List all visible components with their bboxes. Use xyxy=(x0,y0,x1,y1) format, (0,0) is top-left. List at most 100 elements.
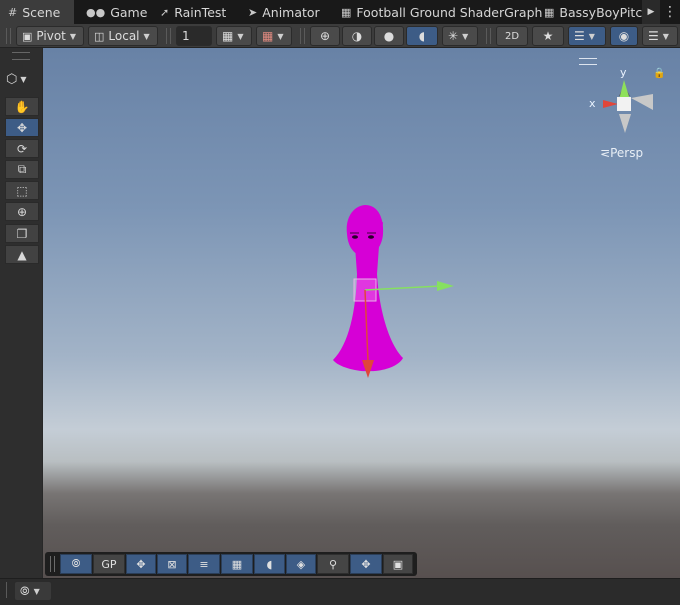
space-dropdown[interactable]: ◫ Local ▼ xyxy=(88,26,158,46)
lock-icon[interactable]: 🔒 xyxy=(653,68,665,79)
toolbar-grip-handle[interactable] xyxy=(486,28,491,44)
compass-icon: ⦾ xyxy=(71,557,81,570)
toolbar-grip-handle[interactable] xyxy=(6,28,11,44)
toolbar-grip-handle[interactable] xyxy=(300,28,305,44)
tab-football-ground-shadergraph[interactable]: ▦ Football Ground ShaderGraph xyxy=(333,0,542,24)
axis-y-label: y xyxy=(620,66,627,79)
move-arrows-icon: ✥ xyxy=(136,557,146,571)
magnifier-icon: ⚲ xyxy=(328,557,338,571)
tab-raintest[interactable]: ➚ RainTest xyxy=(152,0,232,24)
panel-grip-handle[interactable] xyxy=(12,52,30,60)
move-tool-button[interactable]: ✥ xyxy=(5,118,39,137)
brush-icon: ➚ xyxy=(160,5,170,19)
projection-toggle[interactable]: ⋜Persp xyxy=(600,146,643,160)
terrain-tool-button[interactable]: ▲ xyxy=(5,245,39,264)
rect-tool-button[interactable]: ⬚ xyxy=(5,181,39,200)
2d-mode-icon: 2D xyxy=(504,30,520,42)
lighting-toggle-button[interactable]: ★ xyxy=(532,26,564,46)
neg-z-axis-cone[interactable] xyxy=(619,114,631,133)
wireframe-draw-mode-button[interactable]: ⊕ xyxy=(310,26,340,46)
orientation-center-cube[interactable] xyxy=(617,97,631,111)
camera-icon: ▣ xyxy=(392,557,404,571)
overlay-grid-button[interactable]: ▦ xyxy=(221,554,253,574)
persp-icon: ⋜ xyxy=(600,146,611,160)
rotate-icon: ⟳ xyxy=(16,141,28,156)
debug-draw-mode-dropdown[interactable]: ✳ ▼ xyxy=(442,26,478,46)
view-options-dropdown[interactable]: ⬡ ▼ xyxy=(6,70,36,88)
overlay-sliders-button[interactable]: ≡ xyxy=(188,554,220,574)
overlay-shading-button[interactable]: ◖ xyxy=(254,554,285,574)
grid-visibility-dropdown[interactable]: ▦ ▼ xyxy=(216,26,252,46)
x-axis-cone[interactable] xyxy=(603,100,618,108)
scene-drawing xyxy=(333,80,653,378)
wireframe-sphere-icon: ⊕ xyxy=(319,29,331,43)
overlay-move-button[interactable]: ✥ xyxy=(126,554,156,574)
chevron-down-icon: ▼ xyxy=(69,31,77,41)
pivot-icon: ▣ xyxy=(22,29,33,43)
shaded-draw-mode-button[interactable]: ◖ xyxy=(406,26,438,46)
overlay-crossed-box-button[interactable]: ⊠ xyxy=(157,554,187,574)
snap-increment-dropdown[interactable]: ▦ ▼ xyxy=(256,26,292,46)
chevron-down-icon: ▼ xyxy=(33,586,40,596)
overlay-search-button[interactable]: ⚲ xyxy=(317,554,349,574)
grid-hatch-icon: ▦ xyxy=(231,557,243,571)
grid-snap-value-input[interactable]: 1 xyxy=(176,26,212,46)
scene-bottom-bar xyxy=(0,578,680,605)
gizmo-x-axis-arrow[interactable] xyxy=(437,281,454,291)
unlit-draw-mode-button[interactable]: ● xyxy=(374,26,404,46)
pivot-dropdown[interactable]: ▣ Pivot ▼ xyxy=(16,26,84,46)
gp-button[interactable]: GP xyxy=(93,554,125,574)
crossed-box-icon: ⊠ xyxy=(167,557,177,571)
crescent-icon: ◖ xyxy=(266,557,273,571)
chevron-down-icon: ▼ xyxy=(462,31,469,41)
chevron-down-icon: ▼ xyxy=(662,31,669,41)
tab-game[interactable]: ●● Game xyxy=(78,0,148,24)
tab-overflow-arrow-icon[interactable]: ▶ xyxy=(642,0,660,24)
more-options-icon[interactable]: ⋮ xyxy=(660,0,680,24)
nodes-icon: ✥ xyxy=(361,557,371,571)
overlay-camera-button[interactable]: ▣ xyxy=(383,554,413,574)
tab-animator[interactable]: ➤ Animator xyxy=(240,0,330,24)
neg-x-axis-cone[interactable] xyxy=(631,94,653,110)
rotate-tool-button[interactable]: ⟳ xyxy=(5,139,39,158)
effects-toggle-dropdown[interactable]: ☰ ▼ xyxy=(568,26,606,46)
terrain-icon: ▲ xyxy=(17,247,27,262)
bottom-grip-handle[interactable] xyxy=(6,582,9,598)
overlay-layers-button[interactable]: ◈ xyxy=(286,554,316,574)
eye-icon: ◉ xyxy=(618,29,630,43)
shaded-wireframe-draw-mode-button[interactable]: ◑ xyxy=(342,26,372,46)
tab-scene[interactable]: # Scene xyxy=(0,0,74,24)
sliders-icon: ≡ xyxy=(199,557,209,571)
shaded-sphere-icon: ◖ xyxy=(418,29,426,43)
2d-toggle-button[interactable]: 2D xyxy=(496,26,528,46)
tab-bassyboypitch[interactable]: ▦BassyBoyPitchl xyxy=(536,0,642,24)
transform-icon: ⊕ xyxy=(16,204,28,219)
overlay-grip-handle[interactable] xyxy=(50,556,55,572)
layers-icon: ◈ xyxy=(296,557,306,571)
view-tool-button[interactable]: ✋ xyxy=(5,97,39,116)
right-eye xyxy=(368,235,374,239)
gizmos-dropdown[interactable]: ☰ ▼ xyxy=(642,26,678,46)
bottom-compass-dropdown[interactable]: ⦾ ▼ xyxy=(14,581,52,601)
toolbar-grip-handle[interactable] xyxy=(166,28,171,44)
cube-icon: ⬡ xyxy=(6,71,18,87)
scale-icon: ⧉ xyxy=(17,162,27,176)
scene-viewport[interactable]: 🔒 y x xyxy=(43,48,680,578)
grid-icon: # xyxy=(8,5,18,19)
scale-tool-button[interactable]: ⧉ xyxy=(5,160,39,179)
gizmo-grip-handle[interactable] xyxy=(579,58,597,65)
overlay-nodes-button[interactable]: ✥ xyxy=(350,554,382,574)
local-space-cube-icon: ◫ xyxy=(94,29,105,43)
chevron-down-icon: ▼ xyxy=(20,74,27,84)
overlay-compass-button[interactable]: ⦾ xyxy=(60,554,92,574)
snap-grid-icon: ▦ xyxy=(262,29,274,43)
shaded-wireframe-sphere-icon: ◑ xyxy=(351,29,363,43)
scene-visibility-toggle-button[interactable]: ◉ xyxy=(610,26,638,46)
custom-tools-button[interactable]: ❐ xyxy=(5,224,39,243)
hand-icon: ✋ xyxy=(14,99,30,114)
custom-tool-icon: ❐ xyxy=(16,226,28,241)
orientation-gizmo[interactable] xyxy=(603,80,653,133)
shadergraph-icon: ▦ xyxy=(544,5,555,19)
gamepad-icon: ●● xyxy=(86,5,106,19)
transform-tool-button[interactable]: ⊕ xyxy=(5,202,39,221)
